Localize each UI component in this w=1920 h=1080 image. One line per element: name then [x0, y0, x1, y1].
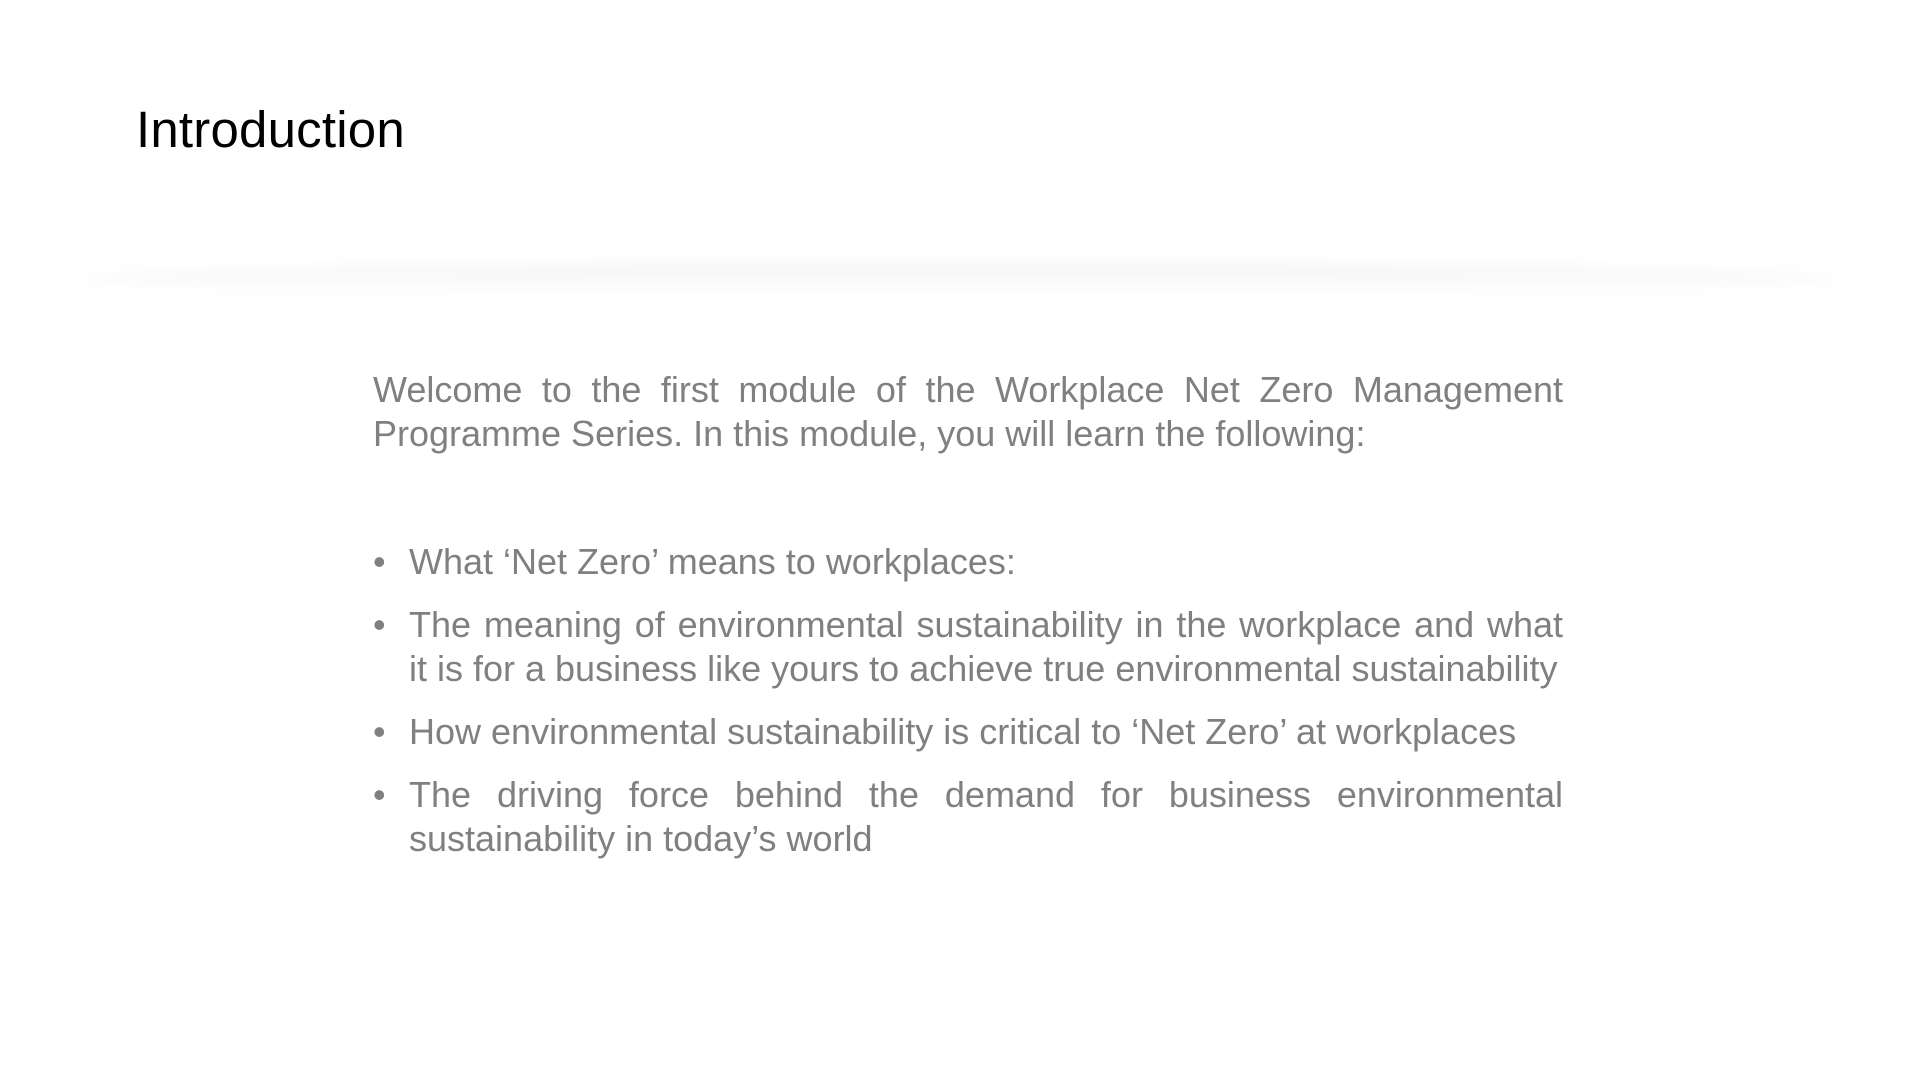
- bullet-icon: •: [373, 604, 386, 645]
- bullet-icon: •: [373, 711, 386, 752]
- list-item: • What ‘Net Zero’ means to workplaces:: [373, 540, 1563, 584]
- bullet-icon: •: [373, 774, 386, 815]
- list-item: • The driving force behind the demand fo…: [373, 773, 1563, 861]
- header-divider-shadow: [80, 262, 1840, 296]
- list-item-text: What ‘Net Zero’ means to workplaces:: [409, 541, 1016, 582]
- list-item-text: The driving force behind the demand for …: [409, 774, 1563, 859]
- list-item: • The meaning of environmental sustainab…: [373, 603, 1563, 691]
- list-item: • How environmental sustainability is cr…: [373, 710, 1563, 754]
- intro-paragraph: Welcome to the first module of the Workp…: [373, 369, 1563, 454]
- slide-header: Introduction: [0, 0, 1920, 272]
- list-item-text: The meaning of environmental sustainabil…: [409, 604, 1563, 689]
- slide-body: Welcome to the first module of the Workp…: [373, 368, 1563, 880]
- bullet-icon: •: [373, 541, 386, 582]
- list-item-text: How environmental sustainability is crit…: [409, 711, 1517, 752]
- slide-title: Introduction: [136, 101, 405, 158]
- learning-objectives-list: • What ‘Net Zero’ means to workplaces: •…: [373, 540, 1563, 861]
